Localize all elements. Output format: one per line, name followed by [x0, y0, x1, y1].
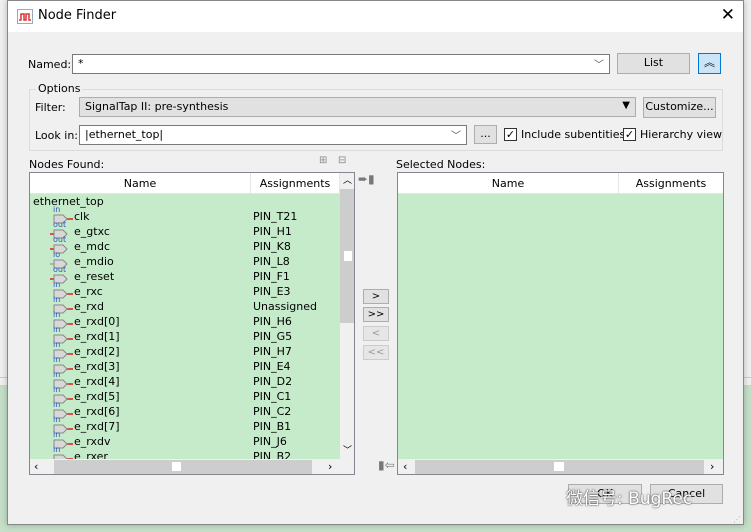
- node-finder-icon: [17, 9, 33, 24]
- title-bar: Node Finder ✕: [8, 1, 743, 32]
- h-scroll-grip: [172, 462, 181, 471]
- selected-nodes-label: Selected Nodes:: [396, 158, 486, 171]
- list-header: Name Assignments: [398, 173, 723, 194]
- node-name: e_reset: [74, 270, 115, 283]
- dropdown-arrow-icon[interactable]: ▼: [622, 100, 630, 111]
- jump-to-found-icon[interactable]: ▮⇦: [378, 458, 395, 472]
- node-name: e_rxd[5]: [74, 390, 120, 403]
- node-assignment: PIN_J6: [253, 435, 287, 448]
- node-name: e_gtxc: [74, 225, 110, 238]
- close-icon[interactable]: ✕: [721, 5, 735, 25]
- node-name: e_rxd[2]: [74, 345, 120, 358]
- remove-button[interactable]: <: [363, 326, 389, 341]
- filter-select[interactable]: SignalTap II: pre-synthesis ▼: [79, 97, 636, 117]
- node-assignment: PIN_H6: [253, 315, 292, 328]
- node-name: e_rxd: [74, 300, 104, 313]
- h-scroll-grip: [554, 462, 564, 471]
- expand-all-icon[interactable]: ⊞: [319, 155, 327, 166]
- scroll-left-icon[interactable]: ‹: [34, 460, 38, 473]
- selected-nodes-list[interactable]: Name Assignments ‹ ›: [397, 172, 724, 475]
- window-title: Node Finder: [38, 8, 117, 23]
- named-input[interactable]: * ﹀: [72, 54, 610, 74]
- node-assignment: PIN_E4: [253, 360, 291, 373]
- node-name: e_rxd[1]: [74, 330, 120, 343]
- node-name: e_rxd[7]: [74, 420, 120, 433]
- lookin-label: Look in:: [35, 129, 78, 142]
- h-scroll-thumb[interactable]: [54, 460, 312, 474]
- node-assignment: PIN_H1: [253, 225, 292, 238]
- lookin-value: |ethernet_top|: [85, 128, 164, 141]
- scroll-grip: [344, 251, 352, 261]
- add-all-button[interactable]: >>: [363, 307, 389, 322]
- node-name: e_rxd[0]: [74, 315, 120, 328]
- remove-all-button[interactable]: <<: [363, 345, 389, 360]
- node-assignment: Unassigned: [253, 300, 317, 313]
- scroll-right-icon[interactable]: ›: [710, 460, 714, 473]
- named-value: *: [78, 57, 84, 70]
- nodes-found-label: Nodes Found:: [29, 158, 105, 171]
- node-name: e_rxc: [74, 285, 103, 298]
- scroll-right-icon[interactable]: ›: [328, 460, 332, 473]
- scroll-up-icon[interactable]: ︿: [340, 173, 354, 189]
- column-assignments[interactable]: Assignments: [251, 173, 340, 194]
- node-name: clk: [74, 210, 90, 223]
- node-assignment: PIN_L8: [253, 255, 290, 268]
- options-label: Options: [36, 82, 83, 95]
- vertical-scrollbar[interactable]: ︿ ﹀: [340, 173, 354, 459]
- node-assignment: PIN_C2: [253, 405, 292, 418]
- scroll-left-icon[interactable]: ‹: [403, 460, 407, 473]
- collapse-options-button[interactable]: ︽: [698, 53, 721, 74]
- chevron-down-icon[interactable]: ﹀: [451, 127, 461, 142]
- node-assignment: PIN_B1: [253, 420, 292, 433]
- node-name: e_rxd[4]: [74, 375, 120, 388]
- nodes-found-list[interactable]: Name Assignments ethernet_top in clk PIN_T…: [29, 172, 355, 475]
- collapse-all-icon[interactable]: ⊟: [338, 155, 346, 166]
- node-assignment: PIN_H7: [253, 345, 292, 358]
- node-assignment: PIN_F1: [253, 270, 290, 283]
- column-name[interactable]: Name: [398, 173, 619, 194]
- node-assignment: PIN_E3: [253, 285, 291, 298]
- jump-to-selected-icon[interactable]: ➨▮: [358, 172, 375, 186]
- browse-button[interactable]: ...: [474, 125, 497, 144]
- list-header: Name Assignments: [30, 173, 340, 194]
- node-name: e_mdc: [74, 240, 111, 253]
- node-assignment: PIN_C1: [253, 390, 292, 403]
- resize-grip-icon[interactable]: ⋰: [733, 515, 741, 524]
- watermark: 微信号: BugRec: [566, 489, 693, 509]
- column-assignments[interactable]: Assignments: [619, 173, 723, 194]
- include-subentities-checkbox[interactable]: ✓: [504, 128, 517, 141]
- horizontal-scrollbar[interactable]: ‹ ›: [398, 459, 723, 474]
- horizontal-scrollbar[interactable]: ‹ ›: [30, 459, 354, 474]
- hierarchy-view-label: Hierarchy view: [640, 128, 722, 141]
- node-name: e_rxd[3]: [74, 360, 120, 373]
- named-label: Named:: [28, 58, 72, 71]
- node-finder-dialog: Node Finder ✕ Named: * ﹀ List ︽ Options F…: [7, 0, 744, 525]
- node-assignment: PIN_T21: [253, 210, 298, 223]
- node-name: e_mdio: [74, 255, 114, 268]
- column-name[interactable]: Name: [30, 173, 251, 194]
- list-button[interactable]: List: [617, 53, 690, 74]
- chevron-down-icon[interactable]: ﹀: [594, 56, 604, 71]
- scroll-down-icon[interactable]: ﹀: [340, 443, 354, 459]
- filter-label: Filter:: [35, 101, 66, 114]
- node-assignment: PIN_G5: [253, 330, 293, 343]
- customize-button[interactable]: Customize...: [643, 97, 716, 118]
- add-button[interactable]: >: [363, 289, 389, 304]
- node-name: e_rxdv: [74, 435, 111, 448]
- lookin-input[interactable]: |ethernet_top| ﹀: [79, 125, 467, 145]
- hierarchy-view-checkbox[interactable]: ✓: [623, 128, 636, 141]
- include-subentities-label: Include subentities: [521, 128, 626, 141]
- filter-value: SignalTap II: pre-synthesis: [85, 100, 229, 113]
- node-assignment: PIN_D2: [253, 375, 293, 388]
- node-assignment: PIN_K8: [253, 240, 291, 253]
- node-name: e_rxd[6]: [74, 405, 120, 418]
